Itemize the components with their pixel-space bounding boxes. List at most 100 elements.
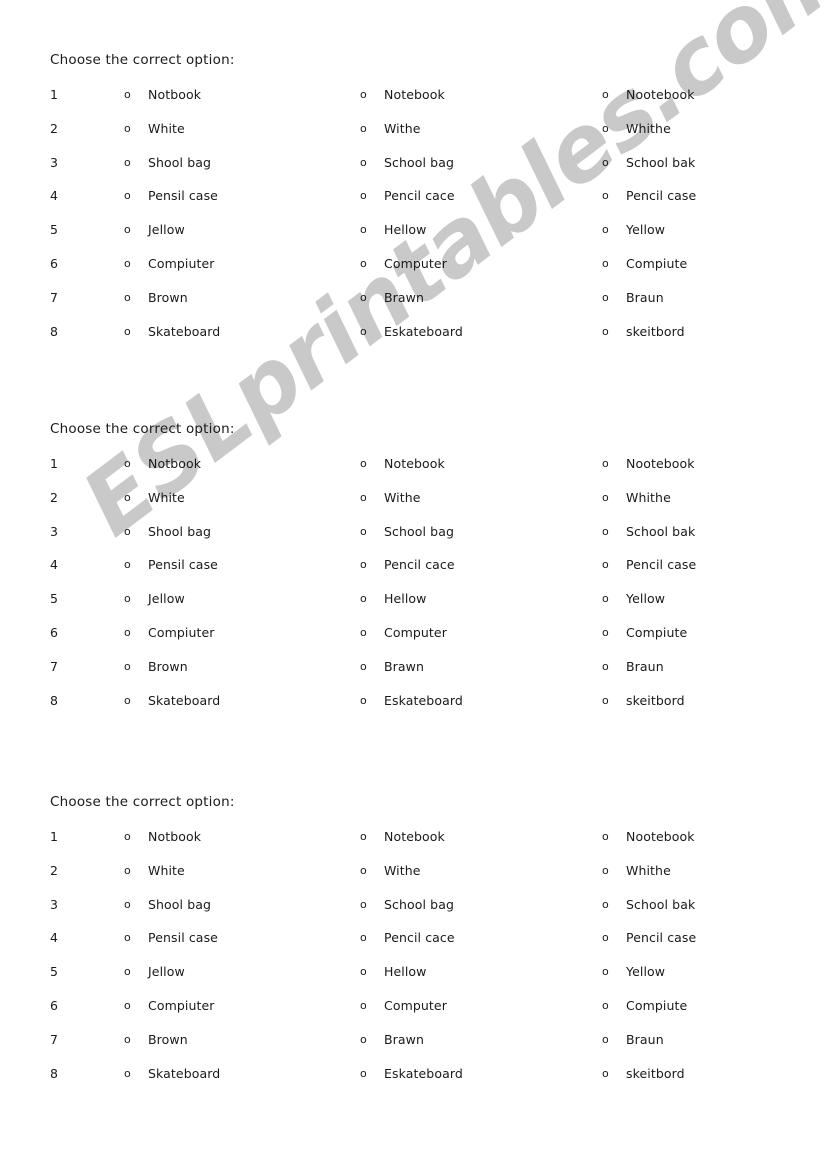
radio-circle-icon[interactable]: o (360, 323, 367, 341)
answer-option-label: Shool bag (148, 524, 212, 539)
radio-circle-icon[interactable]: o (124, 997, 131, 1015)
question-row: 6 o Compiuter o Computer o Compiute (0, 255, 826, 275)
radio-circle-icon[interactable]: o (602, 963, 609, 981)
question-row: 2 o White o Withe o Whithe (0, 489, 826, 509)
question-number: 7 (50, 659, 58, 674)
radio-circle-icon[interactable]: o (360, 523, 367, 541)
radio-circle-icon[interactable]: o (124, 692, 131, 710)
radio-circle-icon[interactable]: o (360, 1031, 367, 1049)
answer-option-label: Withe (384, 863, 421, 878)
radio-circle-icon[interactable]: o (360, 455, 367, 473)
radio-circle-icon[interactable]: o (602, 86, 609, 104)
radio-circle-icon[interactable]: o (602, 323, 609, 341)
radio-circle-icon[interactable]: o (602, 489, 609, 507)
question-row: 5 o Jellow o Hellow o Yellow (0, 590, 826, 610)
radio-circle-icon[interactable]: o (360, 828, 367, 846)
radio-circle-icon[interactable]: o (360, 896, 367, 914)
radio-circle-icon[interactable]: o (602, 828, 609, 846)
radio-circle-icon[interactable]: o (602, 455, 609, 473)
radio-circle-icon[interactable]: o (360, 489, 367, 507)
radio-circle-icon[interactable]: o (124, 221, 131, 239)
radio-circle-icon[interactable]: o (360, 862, 367, 880)
radio-circle-icon[interactable]: o (602, 523, 609, 541)
radio-circle-icon[interactable]: o (360, 997, 367, 1015)
radio-circle-icon[interactable]: o (124, 963, 131, 981)
radio-circle-icon[interactable]: o (124, 556, 131, 574)
question-row: 4 o Pensil case o Pencil cace o Pencil case (0, 556, 826, 576)
radio-circle-icon[interactable]: o (124, 1065, 131, 1083)
radio-circle-icon[interactable]: o (360, 624, 367, 642)
answer-option-label: Skateboard (148, 693, 221, 708)
question-number: 8 (50, 1066, 58, 1081)
radio-circle-icon[interactable]: o (124, 1031, 131, 1049)
radio-circle-icon[interactable]: o (360, 120, 367, 138)
answer-option-label: Brawn (384, 290, 425, 305)
radio-circle-icon[interactable]: o (360, 187, 367, 205)
radio-circle-icon[interactable]: o (602, 120, 609, 138)
radio-circle-icon[interactable]: o (124, 828, 131, 846)
radio-circle-icon[interactable]: o (124, 489, 131, 507)
question-number: 2 (50, 490, 58, 505)
radio-circle-icon[interactable]: o (602, 862, 609, 880)
answer-option-label: Hellow (384, 964, 427, 979)
radio-circle-icon[interactable]: o (360, 255, 367, 273)
radio-circle-icon[interactable]: o (602, 255, 609, 273)
radio-circle-icon[interactable]: o (602, 187, 609, 205)
radio-circle-icon[interactable]: o (602, 556, 609, 574)
radio-circle-icon[interactable]: o (602, 929, 609, 947)
radio-circle-icon[interactable]: o (124, 658, 131, 676)
answer-option-label: White (148, 121, 185, 136)
radio-circle-icon[interactable]: o (602, 1031, 609, 1049)
radio-circle-icon[interactable]: o (124, 255, 131, 273)
radio-circle-icon[interactable]: o (602, 221, 609, 239)
radio-circle-icon[interactable]: o (602, 692, 609, 710)
radio-circle-icon[interactable]: o (602, 658, 609, 676)
radio-circle-icon[interactable]: o (360, 154, 367, 172)
answer-option-label: Computer (384, 998, 447, 1013)
radio-circle-icon[interactable]: o (360, 929, 367, 947)
radio-circle-icon[interactable]: o (124, 120, 131, 138)
radio-circle-icon[interactable]: o (360, 1065, 367, 1083)
answer-option-label: Pensil case (148, 557, 218, 572)
radio-circle-icon[interactable]: o (602, 289, 609, 307)
radio-circle-icon[interactable]: o (602, 1065, 609, 1083)
radio-circle-icon[interactable]: o (124, 455, 131, 473)
radio-circle-icon[interactable]: o (360, 692, 367, 710)
radio-circle-icon[interactable]: o (124, 323, 131, 341)
radio-circle-icon[interactable]: o (124, 862, 131, 880)
radio-circle-icon[interactable]: o (124, 86, 131, 104)
answer-option-label: Computer (384, 256, 447, 271)
radio-circle-icon[interactable]: o (360, 221, 367, 239)
radio-circle-icon[interactable]: o (602, 624, 609, 642)
radio-circle-icon[interactable]: o (602, 154, 609, 172)
answer-option-label: Pencil cace (384, 188, 455, 203)
answer-option-label: Brawn (384, 1032, 425, 1047)
radio-circle-icon[interactable]: o (124, 187, 131, 205)
answer-option-label: Skateboard (148, 1066, 221, 1081)
radio-circle-icon[interactable]: o (124, 523, 131, 541)
radio-circle-icon[interactable]: o (124, 896, 131, 914)
radio-circle-icon[interactable]: o (360, 556, 367, 574)
radio-circle-icon[interactable]: o (602, 590, 609, 608)
radio-circle-icon[interactable]: o (124, 590, 131, 608)
radio-circle-icon[interactable]: o (124, 624, 131, 642)
radio-circle-icon[interactable]: o (124, 929, 131, 947)
question-row: 3 o Shool bag o School bag o School bak (0, 523, 826, 543)
answer-option-label: Pencil cace (384, 557, 455, 572)
answer-option-label: School bag (384, 897, 455, 912)
question-row: 3 o Shool bag o School bag o School bak (0, 896, 826, 916)
question-number: 8 (50, 693, 58, 708)
radio-circle-icon[interactable]: o (360, 289, 367, 307)
radio-circle-icon[interactable]: o (124, 154, 131, 172)
question-number: 1 (50, 87, 58, 102)
radio-circle-icon[interactable]: o (360, 963, 367, 981)
radio-circle-icon[interactable]: o (602, 997, 609, 1015)
radio-circle-icon[interactable]: o (602, 896, 609, 914)
radio-circle-icon[interactable]: o (124, 289, 131, 307)
radio-circle-icon[interactable]: o (360, 590, 367, 608)
question-number: 4 (50, 188, 58, 203)
radio-circle-icon[interactable]: o (360, 658, 367, 676)
question-number: 3 (50, 524, 58, 539)
radio-circle-icon[interactable]: o (360, 86, 367, 104)
answer-option-label: Computer (384, 625, 447, 640)
